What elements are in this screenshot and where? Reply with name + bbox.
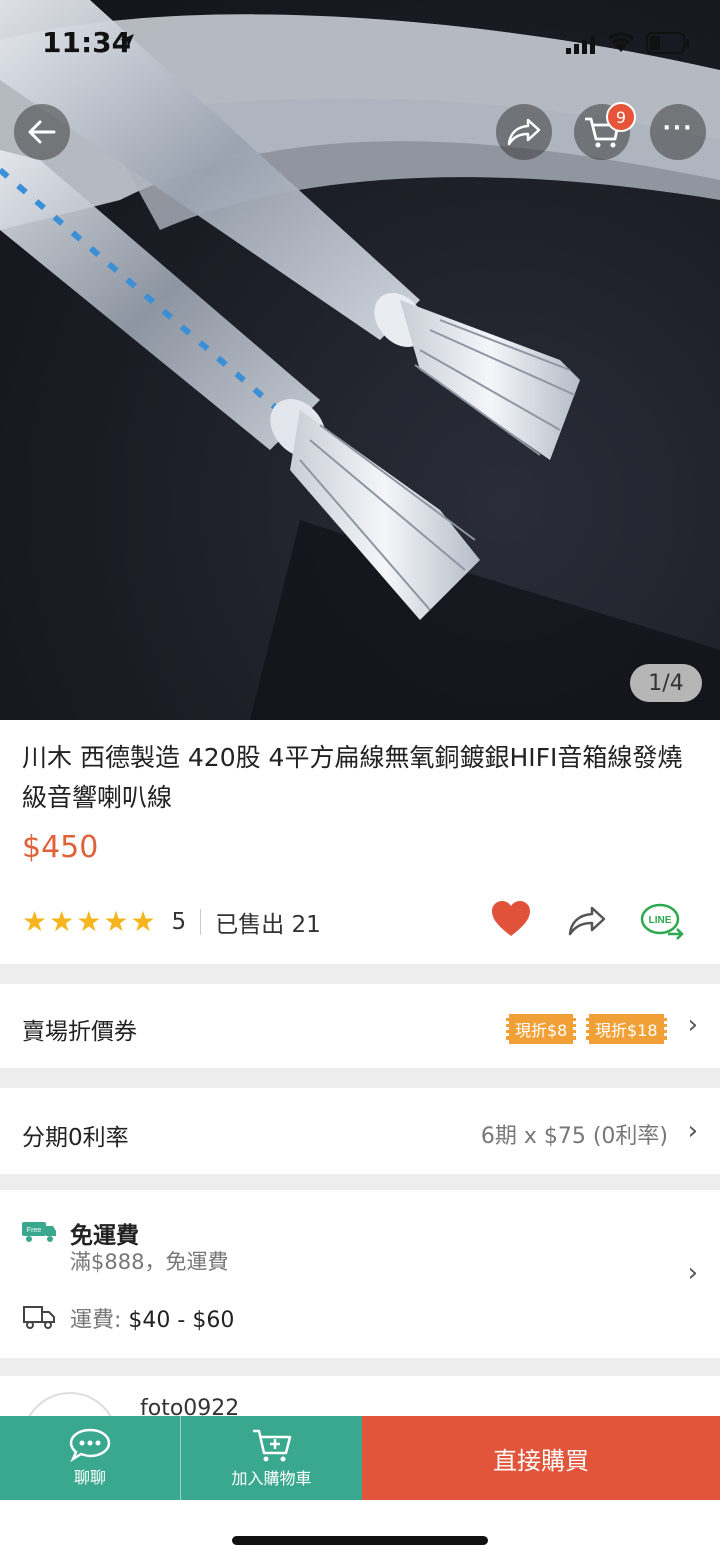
wifi-icon	[607, 32, 635, 52]
chevron-right-icon: ›	[687, 1258, 698, 1288]
star-icon: ★	[76, 905, 102, 938]
star-icon: ★	[22, 905, 48, 938]
coupon-badge: 現折$8	[506, 1014, 577, 1044]
section-gap	[0, 1068, 720, 1088]
more-button[interactable]: ···	[650, 104, 706, 160]
battery-icon	[646, 32, 689, 54]
shipping-fee-value: $40 - $60	[128, 1308, 235, 1333]
cart-button[interactable]: 9	[574, 102, 636, 160]
section-gap	[0, 964, 720, 984]
rating-row: ★ ★ ★ ★ ★ 5 已售出 21	[22, 902, 321, 942]
status-bar: 11:34	[0, 0, 720, 88]
star-icon: ★	[49, 905, 75, 938]
share-button[interactable]	[496, 104, 552, 160]
section-gap	[0, 1358, 720, 1376]
delivery-truck-icon	[23, 1306, 55, 1329]
bottom-action-bar: 聊聊 加入購物車 直接購買	[0, 1416, 720, 1500]
chat-button[interactable]: 聊聊	[0, 1416, 180, 1500]
svg-text:Free: Free	[27, 1227, 42, 1234]
buy-now-label: 直接購買	[493, 1446, 589, 1475]
back-button[interactable]	[14, 104, 70, 160]
image-counter: 1/4	[630, 664, 702, 702]
shipping-fee: 運費: $40 - $60	[70, 1302, 234, 1334]
rating-value: 5	[171, 909, 187, 935]
favorite-heart-icon[interactable]	[490, 900, 532, 938]
add-cart-icon	[252, 1429, 291, 1462]
signal-icon	[566, 36, 595, 54]
shipping-fee-label: 運費:	[70, 1308, 122, 1333]
svg-text:LINE: LINE	[649, 915, 672, 926]
coupon-label: 賣場折價券	[22, 1019, 137, 1045]
home-indicator-area	[0, 1500, 720, 1558]
chat-bubble-icon	[69, 1428, 111, 1462]
buy-now-button[interactable]: 直接購買	[362, 1416, 720, 1500]
divider	[200, 909, 202, 935]
chevron-right-icon: ›	[687, 1116, 698, 1146]
free-shipping-condition: 滿$888，免運費	[70, 1250, 229, 1274]
star-icon: ★	[103, 905, 129, 938]
shipping-row[interactable]: Free 免運費 滿$888，免運費 運費: $40 - $60 ›	[0, 1190, 720, 1358]
star-icon: ★	[130, 905, 156, 938]
cart-count-badge: 9	[606, 102, 636, 132]
free-shipping-title: 免運費	[70, 1223, 139, 1249]
free-shipping-truck-icon: Free	[22, 1222, 56, 1242]
share-icon[interactable]	[566, 902, 608, 940]
location-arrow-icon	[120, 34, 134, 48]
product-title: 川木 西德製造 420股 4平方扁線無氧銅鍍銀HIFI音箱線發燒級音響喇叭線	[22, 743, 683, 812]
line-share-icon[interactable]: LINE	[640, 902, 686, 942]
installment-value: 6期 x $75 (0利率)	[480, 1124, 668, 1149]
product-price: $450	[22, 830, 99, 865]
section-gap	[0, 1174, 720, 1190]
add-to-cart-button[interactable]: 加入購物車	[180, 1416, 362, 1500]
installment-label: 分期0利率	[22, 1125, 129, 1151]
rating-stars: ★ ★ ★ ★ ★	[22, 908, 156, 936]
chevron-right-icon: ›	[687, 1010, 698, 1040]
home-indicator[interactable]	[232, 1536, 488, 1545]
coupon-badge: 現折$18	[586, 1014, 667, 1044]
share-arrow-icon	[507, 118, 541, 146]
sold-count: 已售出 21	[215, 912, 321, 938]
add-to-cart-label: 加入購物車	[231, 1469, 312, 1488]
coupon-row[interactable]: 賣場折價券 現折$8 現折$18 ›	[0, 984, 720, 1068]
back-arrow-icon	[28, 120, 56, 144]
installment-row[interactable]: 分期0利率 6期 x $75 (0利率) ›	[0, 1088, 720, 1174]
more-dots-icon: ···	[662, 115, 694, 141]
chat-label: 聊聊	[73, 1468, 106, 1487]
